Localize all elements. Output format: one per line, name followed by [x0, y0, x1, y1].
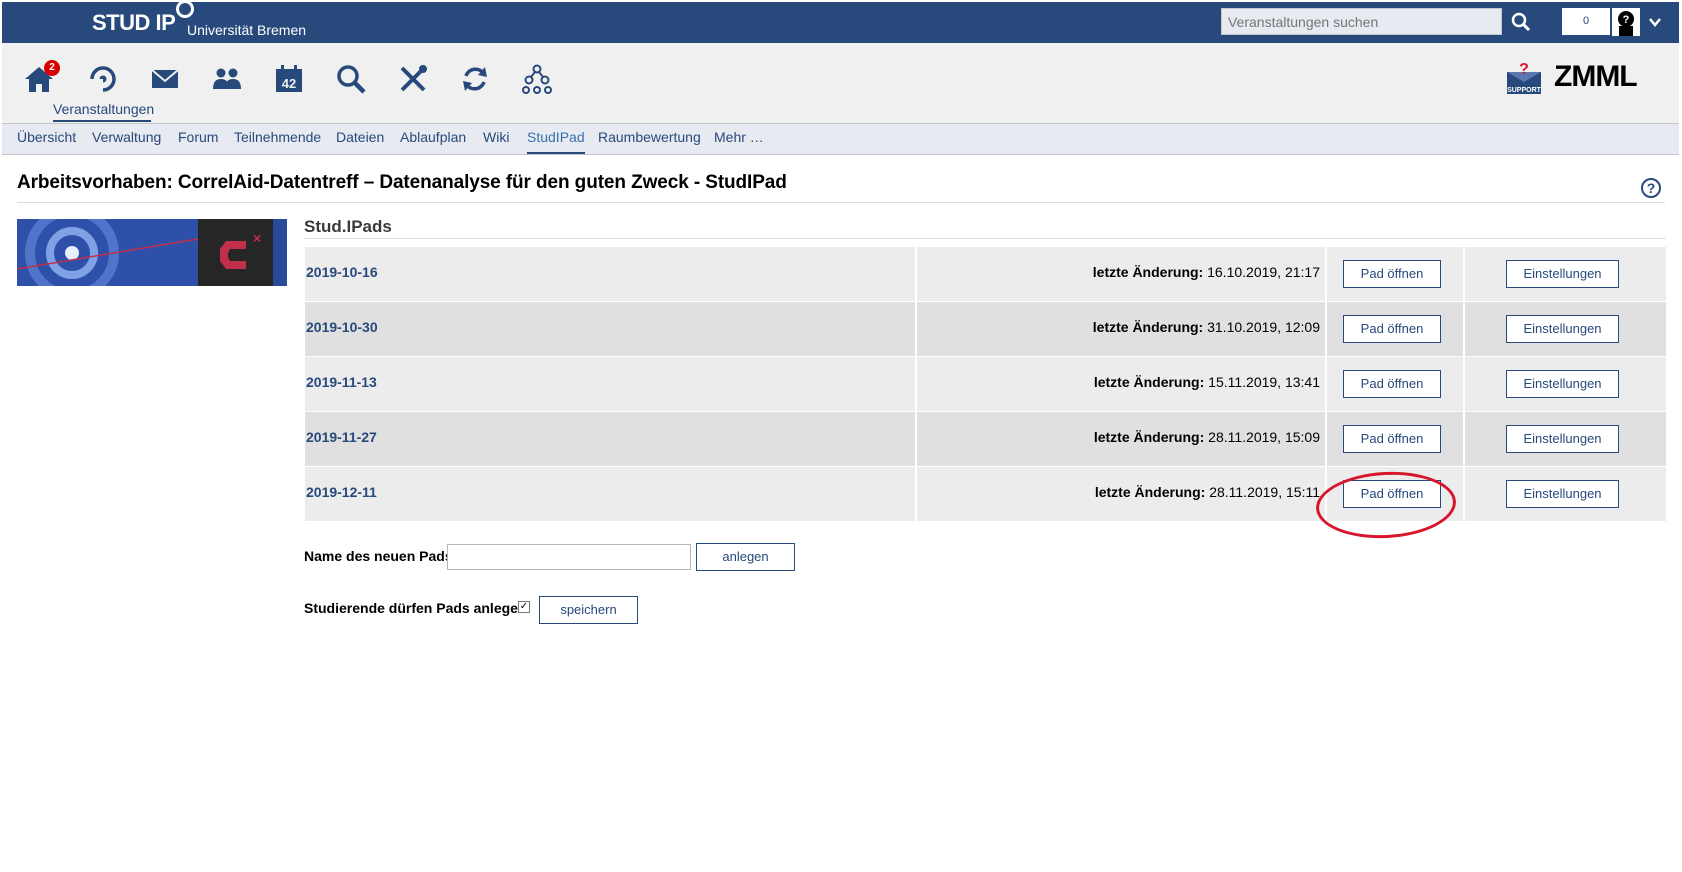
pad-row: 2019-10-30 letzte Änderung: 31.10.2019, …: [305, 302, 1666, 356]
messages-icon[interactable]: [148, 62, 182, 96]
pad-name-link[interactable]: 2019-10-30: [306, 319, 378, 335]
tab-studipad[interactable]: StudIPad: [527, 129, 585, 154]
pad-settings-button[interactable]: Einstellungen: [1506, 425, 1619, 453]
tab-wiki[interactable]: Wiki: [483, 129, 509, 145]
pad-name-link[interactable]: 2019-11-13: [306, 374, 377, 390]
tab-participants[interactable]: Teilnehmende: [234, 129, 321, 145]
page-title: Arbeitsvorhaben: CorrelAid-Datentreff – …: [17, 172, 787, 193]
tab-overview[interactable]: Übersicht: [17, 129, 76, 145]
pad-name-link[interactable]: 2019-10-16: [306, 264, 378, 280]
tab-more[interactable]: Mehr …: [714, 129, 764, 145]
pad-row: 2019-10-16 letzte Änderung: 16.10.2019, …: [305, 247, 1666, 301]
tab-forum[interactable]: Forum: [178, 129, 218, 145]
hierarchy-icon[interactable]: [520, 62, 554, 96]
pad-name-link[interactable]: 2019-12-11: [306, 484, 377, 500]
svg-text:?: ?: [1623, 14, 1630, 26]
tab-administration[interactable]: Verwaltung: [92, 129, 161, 145]
svg-text:?: ?: [1519, 62, 1529, 78]
pad-name-link[interactable]: 2019-11-27: [306, 429, 377, 445]
help-icon[interactable]: ?: [1641, 178, 1661, 198]
svg-text:SUPPORT: SUPPORT: [1507, 87, 1542, 94]
students-create-checkbox[interactable]: ✓: [518, 601, 530, 613]
new-pad-name-label: Name des neuen Pads:: [304, 548, 458, 564]
notifications-counter[interactable]: 0: [1562, 8, 1610, 35]
pad-last-changed: letzte Änderung: 28.11.2019, 15:09: [1093, 429, 1320, 445]
chevron-down-icon[interactable]: [1647, 14, 1663, 30]
course-search-input[interactable]: [1221, 8, 1502, 35]
community-icon[interactable]: [210, 62, 244, 96]
pad-last-changed: letzte Änderung: 16.10.2019, 21:17: [1092, 264, 1320, 280]
pad-settings-button[interactable]: Einstellungen: [1506, 260, 1619, 288]
open-pad-button[interactable]: Pad öffnen: [1343, 425, 1441, 453]
svg-text:42: 42: [282, 76, 296, 91]
pad-last-changed: letzte Änderung: 31.10.2019, 12:09: [1092, 319, 1320, 335]
calendar-icon[interactable]: 42: [272, 62, 306, 96]
nav-active-indicator: [53, 120, 151, 122]
tab-files[interactable]: Dateien: [336, 129, 384, 145]
course-tabs: Übersicht Verwaltung Forum Teilnehmende …: [2, 123, 1679, 155]
open-pad-button[interactable]: Pad öffnen: [1343, 315, 1441, 343]
nav-label-courses[interactable]: Veranstaltungen: [53, 101, 154, 117]
save-button[interactable]: speichern: [539, 596, 638, 624]
svg-text:×: ×: [253, 230, 261, 246]
avatar[interactable]: ?: [1612, 8, 1640, 36]
course-avatar-image: ×: [17, 219, 287, 286]
tab-room-rating[interactable]: Raumbewertung: [598, 129, 701, 145]
courses-icon[interactable]: [86, 62, 120, 96]
sync-icon[interactable]: [458, 62, 492, 96]
pad-settings-button[interactable]: Einstellungen: [1506, 480, 1619, 508]
title-divider: [17, 202, 1665, 203]
zmml-logo[interactable]: ZMML: [1554, 60, 1638, 94]
search-nav-icon[interactable]: [334, 62, 368, 96]
support-icon[interactable]: ? SUPPORT: [1505, 61, 1543, 96]
pad-row: 2019-12-11 letzte Änderung: 28.11.2019, …: [305, 467, 1666, 521]
university-name: Universität Bremen: [187, 22, 307, 38]
home-badge: 2: [44, 60, 60, 76]
home-icon[interactable]: 2: [22, 60, 60, 96]
tab-schedule[interactable]: Ablaufplan: [400, 129, 466, 145]
main-navigation: [2, 43, 1679, 123]
students-create-label: Studierende dürfen Pads anlegen:: [304, 600, 532, 616]
pad-row: 2019-11-27 letzte Änderung: 28.11.2019, …: [305, 412, 1666, 466]
pads-section-divider: [304, 238, 1666, 239]
new-pad-name-input[interactable]: [447, 544, 691, 570]
correlaid-logo: ×: [198, 219, 273, 286]
pad-settings-button[interactable]: Einstellungen: [1506, 315, 1619, 343]
pad-last-changed: letzte Änderung: 15.11.2019, 13:41: [1093, 374, 1320, 390]
pad-last-changed: letzte Änderung: 28.11.2019, 15:11: [1094, 484, 1320, 500]
pad-row: 2019-11-13 letzte Änderung: 15.11.2019, …: [305, 357, 1666, 411]
pad-settings-button[interactable]: Einstellungen: [1506, 370, 1619, 398]
open-pad-button[interactable]: Pad öffnen: [1343, 260, 1441, 288]
create-pad-button[interactable]: anlegen: [696, 543, 795, 571]
search-icon[interactable]: [1510, 11, 1532, 33]
tools-icon[interactable]: [396, 62, 430, 96]
top-bar: STUD IP Universität Bremen 0 ?: [2, 0, 1679, 43]
studip-logo[interactable]: STUD IP: [92, 0, 195, 36]
pads-section-title: Stud.IPads: [304, 217, 392, 236]
open-pad-button[interactable]: Pad öffnen: [1343, 370, 1441, 398]
